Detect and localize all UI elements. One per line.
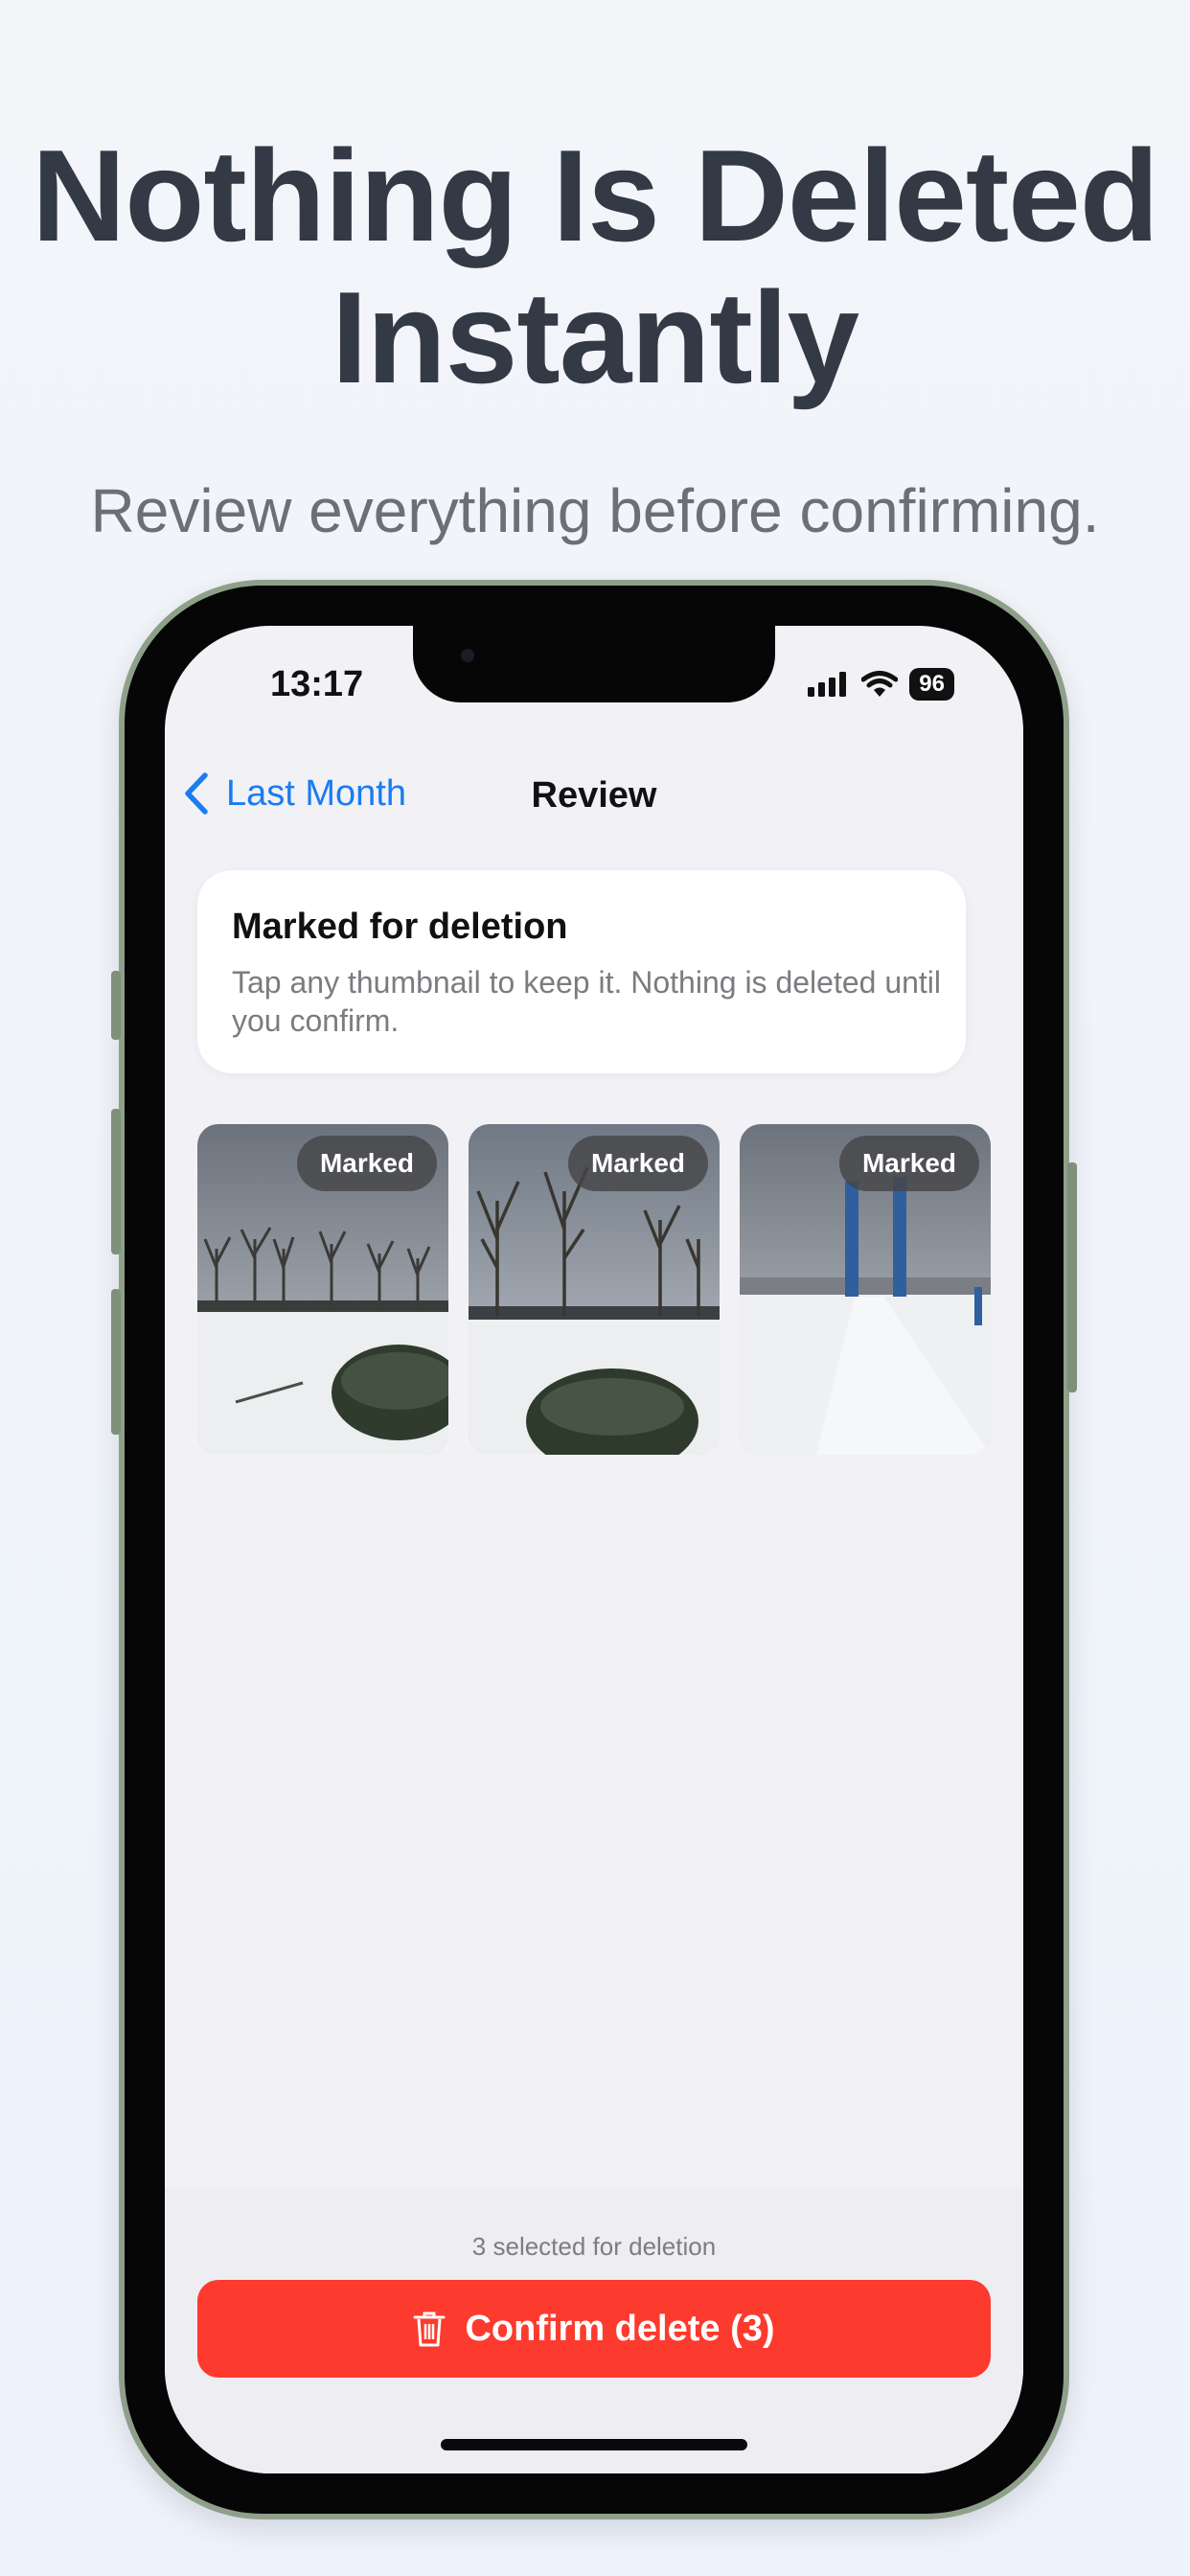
photo-thumbnail[interactable]: Marked bbox=[469, 1124, 720, 1455]
headline-line-2: Instantly bbox=[331, 264, 859, 410]
promo-subhead: Review everything before confirming. bbox=[90, 476, 1100, 545]
wifi-icon bbox=[861, 671, 899, 697]
phone-frame: 13:17 96 Last Month Review Marked for de… bbox=[111, 580, 1077, 2519]
trash-icon bbox=[413, 2312, 446, 2347]
status-icons: 96 bbox=[808, 668, 954, 701]
confirm-delete-label: Confirm delete (3) bbox=[465, 2308, 775, 2349]
nav-bar: Last Month Review bbox=[165, 760, 1023, 837]
confirm-delete-button[interactable]: Confirm delete (3) bbox=[197, 2280, 991, 2378]
volume-up-button bbox=[111, 1109, 121, 1254]
photo-thumbnail[interactable]: Marked bbox=[740, 1124, 991, 1455]
promo-headline: Nothing Is Deleted Instantly bbox=[0, 125, 1190, 408]
selection-count: 3 selected for deletion bbox=[471, 2232, 717, 2261]
volume-down-button bbox=[111, 1289, 121, 1435]
signal-icon bbox=[808, 672, 847, 697]
app-screen: 13:17 96 Last Month Review Marked for de… bbox=[165, 626, 1023, 2473]
photo-thumbnail[interactable]: Marked bbox=[197, 1124, 448, 1455]
info-card-title: Marked for deletion bbox=[232, 907, 568, 947]
home-indicator[interactable] bbox=[441, 2439, 747, 2450]
marked-badge: Marked bbox=[838, 1136, 979, 1191]
notch bbox=[413, 626, 775, 702]
nav-title: Review bbox=[531, 775, 657, 816]
battery-icon: 96 bbox=[909, 668, 954, 701]
bottom-action-bar: 3 selected for deletion Confirm delete (… bbox=[165, 2188, 1023, 2473]
info-card: Marked for deletion Tap any thumbnail to… bbox=[197, 870, 966, 1073]
status-time: 13:17 bbox=[270, 664, 364, 704]
camera-icon bbox=[461, 649, 474, 662]
info-card-body: Tap any thumbnail to keep it. Nothing is… bbox=[232, 965, 942, 1038]
silent-switch bbox=[111, 971, 121, 1040]
headline-line-1: Nothing Is Deleted bbox=[32, 123, 1159, 268]
marked-badge: Marked bbox=[567, 1136, 708, 1191]
power-button bbox=[1067, 1162, 1077, 1392]
marked-badge: Marked bbox=[296, 1136, 437, 1191]
